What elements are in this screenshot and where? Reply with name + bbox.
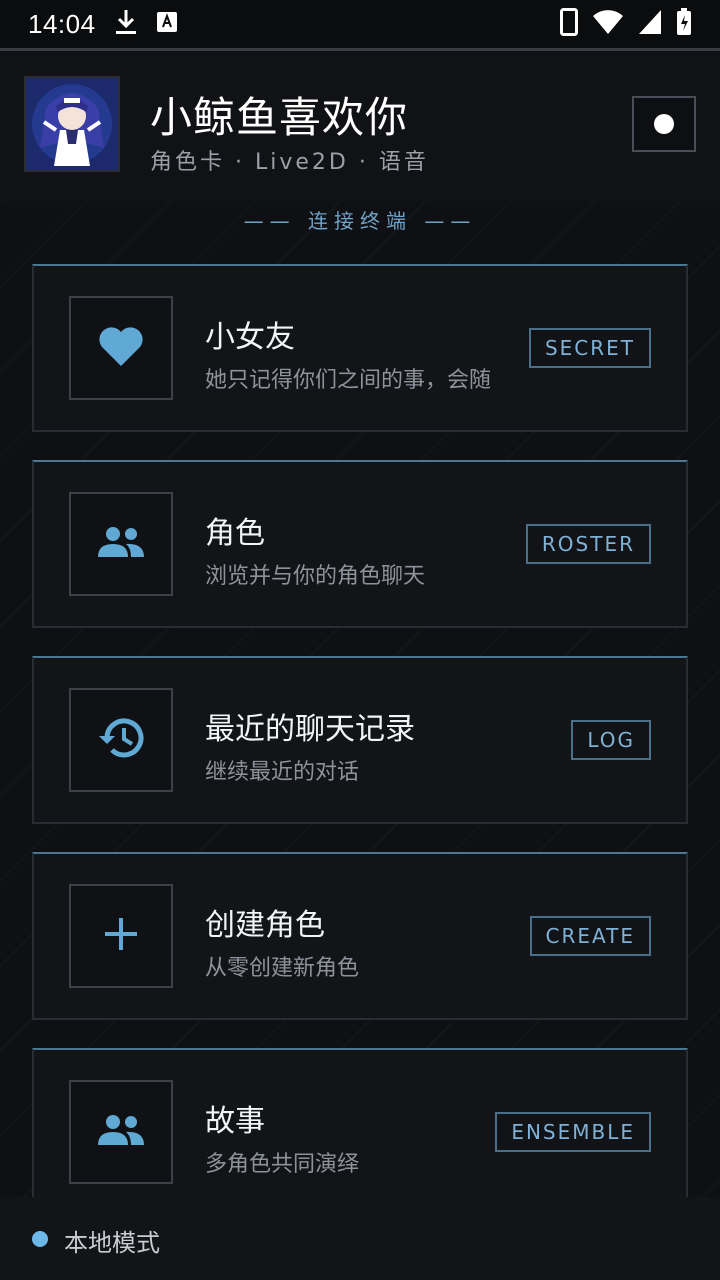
people-icon: [96, 525, 146, 563]
app-header: 小鲸鱼喜欢你 角色卡 · Live2D · 语音: [0, 51, 720, 201]
heart-icon: [97, 324, 145, 372]
card-tag: ROSTER: [525, 524, 651, 564]
signal-icon: [638, 9, 662, 39]
card-title: 角色: [205, 516, 265, 551]
status-bar: 14:04: [0, 0, 720, 48]
card-description: 从零创建新角色: [205, 956, 360, 981]
status-toggle-button[interactable]: [632, 96, 696, 152]
main-menu: —— 连接终端 —— 小女友 她只记得你们之间的事，会随 SECRET 角色 浏…: [0, 201, 720, 1197]
card-icon-box: [69, 688, 173, 792]
card-tag: LOG: [571, 720, 651, 760]
card-description: 她只记得你们之间的事，会随: [205, 368, 492, 393]
download-icon: [114, 8, 138, 40]
status-dot-icon: [32, 1231, 48, 1247]
circle-dot-icon: [654, 114, 674, 134]
menu-card-girlfriend[interactable]: 小女友 她只记得你们之间的事，会随 SECRET: [32, 264, 688, 432]
card-icon-box: [69, 492, 173, 596]
history-icon: [96, 716, 146, 764]
app-subtitle: 角色卡 · Live2D · 语音: [150, 150, 429, 175]
menu-card-create-character[interactable]: 创建角色 从零创建新角色 CREATE: [32, 852, 688, 1020]
card-icon-box: [69, 1080, 173, 1184]
plus-icon: [104, 917, 138, 955]
card-icon-box: [69, 296, 173, 400]
section-label: —— 连接终端 ——: [243, 209, 477, 233]
card-description: 继续最近的对话: [205, 760, 360, 785]
wifi-icon: [592, 9, 624, 39]
menu-card-story[interactable]: 故事 多角色共同演绎 ENSEMBLE: [32, 1048, 688, 1197]
card-description: 多角色共同演绎: [205, 1152, 360, 1177]
status-time: 14:04: [28, 8, 96, 39]
phone-icon: [560, 8, 578, 40]
mode-label: 本地模式: [64, 1229, 160, 1257]
footer-status: 本地模式: [0, 1197, 720, 1280]
card-description: 浏览并与你的角色聊天: [205, 564, 426, 589]
text-notification-icon: [156, 11, 178, 37]
card-tag: ENSEMBLE: [495, 1112, 651, 1152]
card-title: 故事: [205, 1104, 265, 1139]
menu-card-roster[interactable]: 角色 浏览并与你的角色聊天 ROSTER: [32, 460, 688, 628]
battery-charging-icon: [676, 8, 692, 40]
card-title: 最近的聊天记录: [205, 712, 415, 747]
card-icon-box: [69, 884, 173, 988]
app-title: 小鲸鱼喜欢你: [150, 93, 409, 142]
card-title: 创建角色: [205, 908, 325, 943]
people-icon: [96, 1113, 146, 1151]
card-title: 小女友: [205, 320, 295, 355]
card-tag: SECRET: [528, 328, 651, 368]
card-tag: CREATE: [529, 916, 651, 956]
menu-card-recent-chats[interactable]: 最近的聊天记录 继续最近的对话 LOG: [32, 656, 688, 824]
character-avatar[interactable]: [24, 76, 120, 172]
